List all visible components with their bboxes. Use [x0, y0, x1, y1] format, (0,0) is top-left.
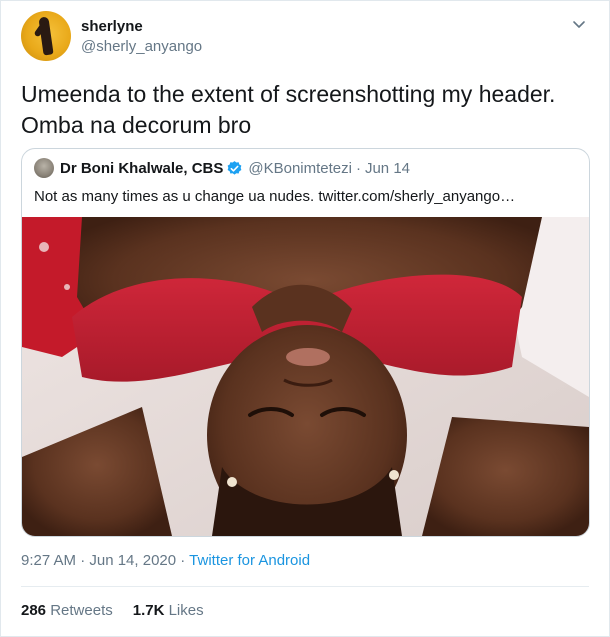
tweet-meta: 9:27 AM · Jun 14, 2020 · Twitter for And…	[21, 552, 310, 569]
quoted-handle[interactable]: @KBonimtetezi	[248, 160, 352, 177]
author-handle[interactable]: @sherly_anyango	[81, 37, 202, 57]
tweet-source-link[interactable]: Twitter for Android	[189, 552, 310, 569]
quoted-tweet[interactable]: Dr Boni Khalwale, CBS @KBonimtetezi · Ju…	[21, 148, 590, 537]
author-names[interactable]: sherlyne @sherly_anyango	[81, 17, 202, 57]
tweet-header: sherlyne @sherly_anyango	[21, 11, 589, 63]
retweets-label: Retweets	[50, 602, 113, 619]
quoted-text: Not as many times as u change ua nudes. …	[34, 188, 516, 205]
tweet-timestamp[interactable]: 9:27 AM · Jun 14, 2020 ·	[21, 552, 189, 569]
photo-image-icon[interactable]	[22, 217, 589, 536]
tweet-card: sherlyne @sherly_anyango Umeenda to the …	[0, 0, 610, 637]
profile-photo-icon[interactable]	[21, 11, 71, 61]
quoted-display-name[interactable]: Dr Boni Khalwale, CBS	[60, 160, 223, 177]
tweet-stats: 286 Retweets 1.7K Likes	[21, 602, 204, 619]
quoted-avatar-icon[interactable]	[34, 158, 54, 178]
likes-stat[interactable]: 1.7K Likes	[133, 602, 204, 619]
quoted-date[interactable]: Jun 14	[365, 160, 410, 177]
chevron-down-icon[interactable]	[569, 17, 589, 37]
quoted-separator: ·	[355, 159, 361, 177]
tweet-text-line-2: Omba na decorum bro	[21, 112, 252, 138]
likes-count: 1.7K	[132, 602, 165, 619]
likes-label: Likes	[168, 602, 204, 619]
tweet-text-line-1: Umeenda to the extent of screenshotting …	[21, 81, 556, 107]
tweet-text: Umeenda to the extent of screenshotting …	[21, 79, 591, 141]
divider	[21, 586, 589, 587]
retweets-stat[interactable]: 286 Retweets	[21, 602, 113, 619]
quoted-tweet-header: Dr Boni Khalwale, CBS @KBonimtetezi · Ju…	[34, 158, 410, 178]
retweets-count: 286	[21, 602, 47, 619]
author-display-name[interactable]: sherlyne	[81, 17, 202, 37]
verified-badge-icon	[227, 160, 242, 175]
